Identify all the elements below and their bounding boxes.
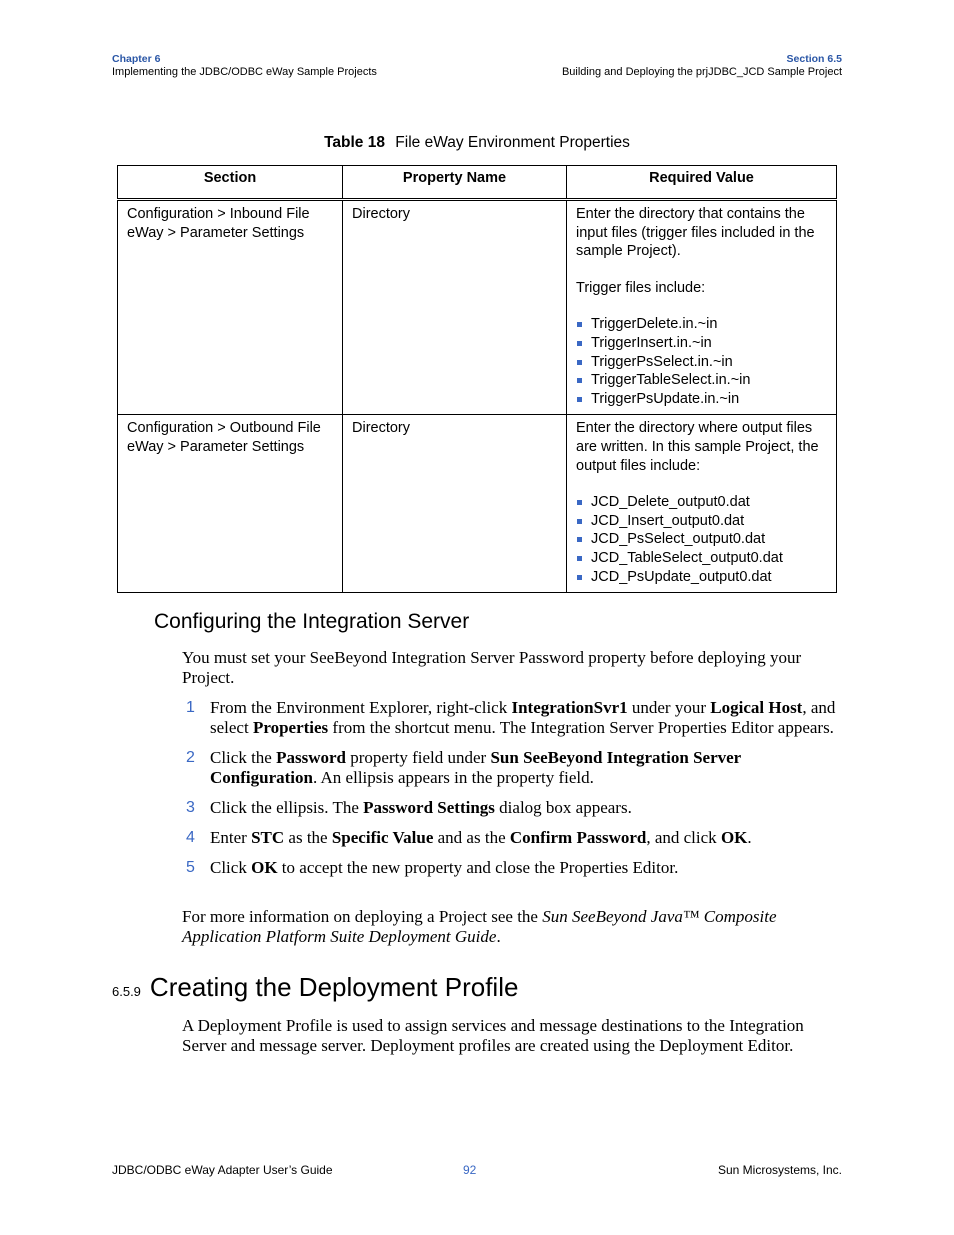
list-item: JCD_TableSelect_output0.dat [576,549,827,568]
list-item: JCD_PsUpdate_output0.dat [576,568,827,587]
ui-term: OK [720,828,748,847]
section-title: Creating the Deployment Profile [149,972,519,1002]
step-text: , and click [646,828,721,847]
step-number: 3 [186,799,195,816]
intro-paragraph: You must set your SeeBeyond Integration … [182,648,802,687]
step-text: dialog box appears. [494,798,632,817]
step-text: and as the [433,828,510,847]
list-item: TriggerInsert.in.~in [576,334,827,353]
step-text: Click the [210,748,277,767]
cell-required-value: Enter the directory that contains the in… [566,198,837,416]
page-number: 92 [463,1163,477,1177]
output-file-list: JCD_Delete_output0.dat JCD_Insert_output… [576,493,827,586]
more-info-text: . [496,927,501,946]
cell-section: Configuration > Inbound File eWay > Para… [117,198,343,416]
step-1: 1 From the Environment Explorer, right-c… [182,698,842,738]
column-header-section: Section [117,165,343,201]
ui-term: Logical Host [710,698,803,717]
trigger-file-list: TriggerDelete.in.~in TriggerInsert.in.~i… [576,315,827,408]
procedure-steps: 1 From the Environment Explorer, right-c… [182,698,842,888]
step-number: 1 [186,699,195,716]
value-intro: Enter the directory that contains the in… [576,206,815,260]
value-intro: Enter the directory where output files a… [576,420,819,474]
ui-term: Password Settings [363,798,495,817]
step-text: Click the ellipsis. The [210,798,364,817]
list-item: TriggerDelete.in.~in [576,315,827,334]
cell-property-name: Directory [342,414,567,594]
step-5: 5 Click OK to accept the new property an… [182,858,842,878]
table-row: Configuration > Inbound File eWay > Para… [117,198,837,416]
chapter-title: Implementing the JDBC/ODBC eWay Sample P… [112,66,377,78]
cell-section: Configuration > Outbound File eWay > Par… [117,414,343,594]
step-text: From the Environment Explorer, right-cli… [210,698,512,717]
section-heading: 6.5.9 Creating the Deployment Profile [112,972,518,1003]
cell-property-name: Directory [342,198,567,416]
column-header-property-name: Property Name [342,165,567,201]
properties-table: Section Property Name Required Value Con… [117,165,837,594]
value-subheading: Trigger files include: [576,279,706,296]
ui-term: Confirm Password [509,828,647,847]
step-text: Click [210,858,252,877]
section-number: 6.5.9 [112,984,141,999]
ui-term: IntegrationSvr1 [511,698,628,717]
step-text: property field under [346,748,491,767]
section-label: Section 6.5 [786,53,842,65]
step-text: under your [627,698,711,717]
step-number: 2 [186,749,195,766]
section-title: Building and Deploying the prjJDBC_JCD S… [561,66,842,78]
list-item: TriggerTableSelect.in.~in [576,371,827,390]
table-caption-title: File eWay Environment Properties [395,134,630,151]
step-text: as the [284,828,332,847]
ui-term: Properties [252,718,329,737]
more-info-text: For more information on deploying a Proj… [182,907,543,926]
table-caption: Table 18 File eWay Environment Propertie… [0,134,954,152]
step-text: . An ellipsis appears in the property fi… [312,768,594,787]
step-text: . [747,828,752,847]
ui-term: Password [276,748,347,767]
step-2: 2 Click the Password property field unde… [182,748,842,788]
running-header-left: Chapter 6 Implementing the JDBC/ODBC eWa… [112,53,377,79]
running-header-right: Section 6.5 Building and Deploying the p… [562,53,842,79]
step-text: from the shortcut menu. The Integration … [328,718,834,737]
step-text: to accept the new property and close the… [277,858,679,877]
subsection-heading: Configuring the Integration Server [154,610,470,633]
step-4: 4 Enter STC as the Specific Value and as… [182,828,842,848]
ui-term: OK [251,858,278,877]
deployment-profile-paragraph: A Deployment Profile is used to assign s… [182,1016,804,1055]
list-item: TriggerPsSelect.in.~in [576,353,827,372]
cell-required-value: Enter the directory where output files a… [566,414,837,594]
footer-guide-title: JDBC/ODBC eWay Adapter User’s Guide [112,1163,333,1177]
list-item: JCD_PsSelect_output0.dat [576,530,827,549]
footer-company: Sun Microsystems, Inc. [717,1163,842,1177]
list-item: TriggerPsUpdate.in.~in [576,390,827,409]
more-info-paragraph: For more information on deploying a Proj… [182,907,842,947]
list-item: JCD_Insert_output0.dat [576,512,827,531]
step-number: 4 [186,829,195,846]
chapter-label: Chapter 6 [112,53,161,65]
column-header-required-value: Required Value [566,165,837,201]
step-number: 5 [186,859,195,876]
list-item: JCD_Delete_output0.dat [576,493,827,512]
ui-term: Specific Value [331,828,434,847]
step-text: Enter [210,828,252,847]
step-3: 3 Click the ellipsis. The Password Setti… [182,798,842,818]
table-row: Configuration > Outbound File eWay > Par… [117,414,837,594]
table-caption-number: Table 18 [324,134,385,151]
table-header-row: Section Property Name Required Value [117,165,837,201]
ui-term: STC [251,828,285,847]
